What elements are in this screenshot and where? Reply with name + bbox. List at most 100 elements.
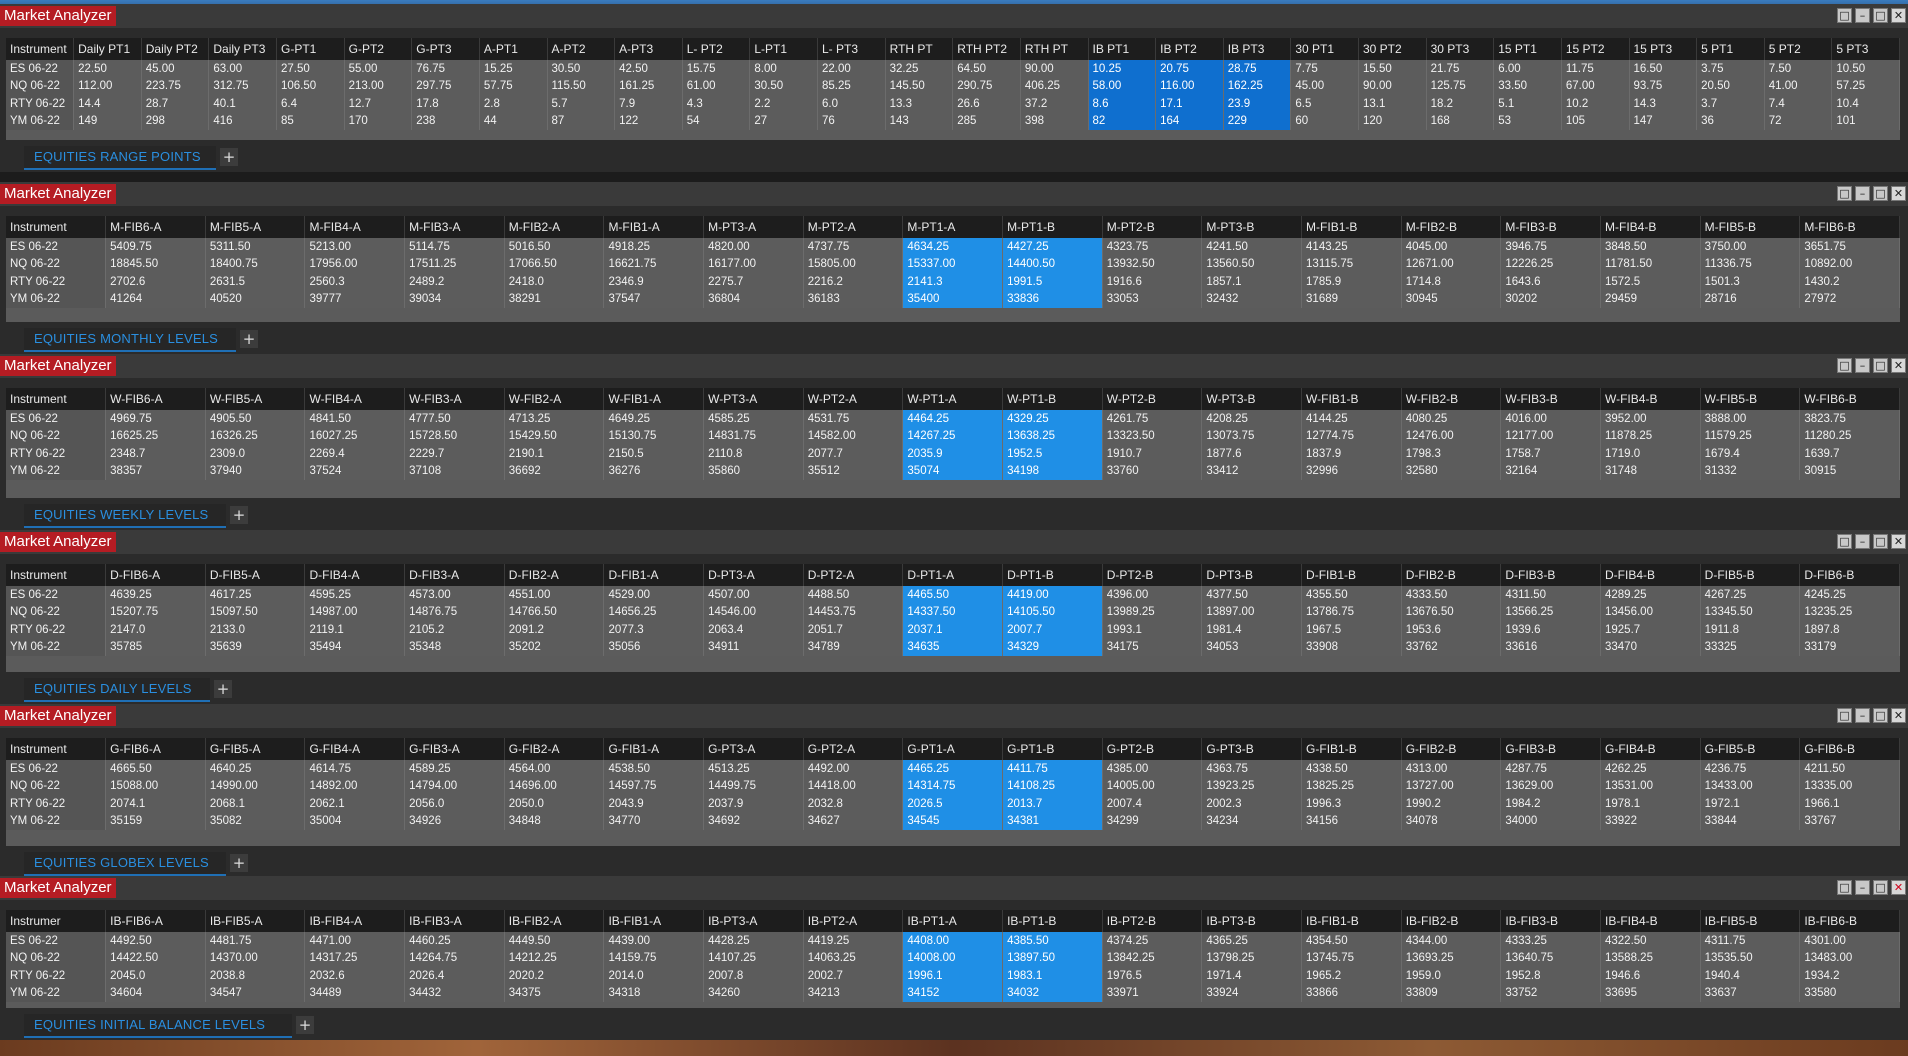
value-cell[interactable]: 2035.9: [902, 445, 1004, 463]
column-header[interactable]: 15 PT1: [1493, 38, 1562, 60]
value-cell[interactable]: 20.75: [1155, 60, 1224, 78]
value-cell[interactable]: 2418.0: [504, 273, 605, 291]
value-cell[interactable]: 37547: [603, 290, 705, 308]
column-header[interactable]: W-PT2-A: [803, 388, 904, 410]
column-header[interactable]: M-FIB4-B: [1600, 216, 1701, 238]
table-row[interactable]: NQ 06-22 15207.75 15097.50 14987.00 14876.75…: [6, 603, 1900, 621]
value-cell[interactable]: 13842.25: [1102, 949, 1203, 967]
value-cell[interactable]: 4267.25: [1700, 586, 1801, 604]
value-cell[interactable]: 125.75: [1426, 77, 1495, 95]
value-cell[interactable]: 35202: [504, 638, 605, 656]
column-header[interactable]: G-FIB6-A: [105, 738, 206, 760]
value-cell[interactable]: 33053: [1102, 290, 1203, 308]
column-header[interactable]: Instrument: [6, 216, 107, 238]
table-row[interactable]: NQ 06-22 15088.00 14990.00 14892.00 14794.00…: [6, 777, 1900, 795]
value-cell[interactable]: 58.00: [1088, 77, 1157, 95]
column-header[interactable]: D-PT2-A: [803, 564, 904, 586]
column-header[interactable]: Instrument: [6, 38, 75, 60]
value-cell[interactable]: 34198: [1002, 462, 1103, 480]
value-cell[interactable]: 13235.25: [1799, 603, 1900, 621]
column-header[interactable]: D-PT2-B: [1102, 564, 1203, 586]
value-cell[interactable]: 32.25: [885, 60, 954, 78]
value-cell[interactable]: 1978.1: [1600, 795, 1701, 813]
value-cell[interactable]: 15130.75: [603, 427, 705, 445]
value-cell[interactable]: 2062.1: [304, 795, 406, 813]
column-header[interactable]: 5 PT3: [1831, 38, 1900, 60]
value-cell[interactable]: 4338.50: [1301, 760, 1402, 778]
value-cell[interactable]: 2002.3: [1201, 795, 1303, 813]
value-cell[interactable]: 38291: [504, 290, 605, 308]
value-cell[interactable]: 2702.6: [105, 273, 206, 291]
column-header[interactable]: W-FIB4-A: [304, 388, 406, 410]
table-row[interactable]: RTY 06-22 2045.0 2038.8 2032.6 2026.4 2020.2 2…: [6, 967, 1900, 985]
column-header[interactable]: A-PT3: [614, 38, 683, 60]
value-cell[interactable]: 4551.00: [504, 586, 605, 604]
value-cell[interactable]: 4639.25: [105, 586, 206, 604]
value-cell[interactable]: 6.0: [817, 95, 886, 113]
value-cell[interactable]: 14546.00: [703, 603, 804, 621]
value-cell[interactable]: 2150.5: [603, 445, 705, 463]
value-cell[interactable]: 34175: [1102, 638, 1203, 656]
value-cell[interactable]: 10.50: [1831, 60, 1900, 78]
value-cell[interactable]: 4354.50: [1301, 932, 1402, 950]
value-cell[interactable]: 4236.75: [1700, 760, 1801, 778]
value-cell[interactable]: 4617.25: [205, 586, 306, 604]
value-cell[interactable]: 13535.50: [1700, 949, 1801, 967]
value-cell[interactable]: 14656.25: [603, 603, 705, 621]
value-cell[interactable]: 34545: [902, 812, 1004, 830]
column-header[interactable]: IB-FIB5-A: [205, 910, 306, 932]
value-cell[interactable]: 4385.50: [1002, 932, 1103, 950]
column-header[interactable]: M-FIB2-A: [504, 216, 605, 238]
value-cell[interactable]: 145.50: [885, 77, 954, 95]
value-cell[interactable]: 1897.8: [1799, 621, 1900, 639]
column-header[interactable]: 30 PT3: [1426, 38, 1495, 60]
value-cell[interactable]: 2309.0: [205, 445, 306, 463]
value-cell[interactable]: 1501.3: [1700, 273, 1801, 291]
value-cell[interactable]: 34329: [1002, 638, 1103, 656]
column-header[interactable]: M-FIB6-A: [105, 216, 206, 238]
column-header[interactable]: G-PT3: [411, 38, 480, 60]
value-cell[interactable]: 8.6: [1088, 95, 1157, 113]
column-header[interactable]: 30 PT1: [1290, 38, 1359, 60]
table-row[interactable]: RTY 06-22 14.4 28.7 40.1 6.4 12.7 17.8 2.8 5.7 7.…: [6, 95, 1900, 113]
value-cell[interactable]: 5409.75: [105, 238, 206, 256]
value-cell[interactable]: 13825.25: [1301, 777, 1402, 795]
value-cell[interactable]: 17956.00: [304, 255, 406, 273]
restore-icon[interactable]: □: [1837, 8, 1852, 23]
value-cell[interactable]: 4333.50: [1401, 586, 1502, 604]
restore-icon[interactable]: □: [1837, 880, 1852, 895]
instrument-cell[interactable]: RTY 06-22: [6, 445, 107, 463]
value-cell[interactable]: 2077.7: [803, 445, 904, 463]
value-cell[interactable]: 33752: [1500, 984, 1601, 1002]
value-cell[interactable]: 2037.1: [902, 621, 1004, 639]
value-cell[interactable]: 1785.9: [1301, 273, 1402, 291]
value-cell[interactable]: 34627: [803, 812, 904, 830]
value-cell[interactable]: 14597.75: [603, 777, 705, 795]
instrument-cell[interactable]: YM 06-22: [6, 290, 107, 308]
value-cell[interactable]: 13433.00: [1700, 777, 1801, 795]
value-cell[interactable]: 4355.50: [1301, 586, 1402, 604]
value-cell[interactable]: 1991.5: [1002, 273, 1103, 291]
value-cell[interactable]: 4396.00: [1102, 586, 1203, 604]
value-cell[interactable]: 41.00: [1764, 77, 1833, 95]
value-cell[interactable]: 5114.75: [404, 238, 505, 256]
value-cell[interactable]: 6.5: [1290, 95, 1359, 113]
close-icon[interactable]: ✕: [1891, 534, 1906, 549]
table-row[interactable]: YM 06-22 38357 37940 37524 37108 36692 36276 35…: [6, 462, 1900, 480]
value-cell[interactable]: 168: [1426, 112, 1495, 130]
value-cell[interactable]: 1916.6: [1102, 273, 1203, 291]
value-cell[interactable]: 416: [208, 112, 277, 130]
value-cell[interactable]: 1910.7: [1102, 445, 1203, 463]
value-cell[interactable]: 4640.25: [205, 760, 306, 778]
value-cell[interactable]: 4585.25: [703, 410, 804, 428]
value-cell[interactable]: 2269.4: [304, 445, 406, 463]
value-cell[interactable]: 2026.5: [902, 795, 1004, 813]
column-header[interactable]: G-PT3-A: [703, 738, 804, 760]
value-cell[interactable]: 1639.7: [1799, 445, 1900, 463]
instrument-cell[interactable]: NQ 06-22: [6, 77, 75, 95]
value-cell[interactable]: 4208.25: [1201, 410, 1303, 428]
value-cell[interactable]: 1953.6: [1401, 621, 1502, 639]
value-cell[interactable]: 10.4: [1831, 95, 1900, 113]
value-cell[interactable]: 40520: [205, 290, 306, 308]
value-cell[interactable]: 14005.00: [1102, 777, 1203, 795]
